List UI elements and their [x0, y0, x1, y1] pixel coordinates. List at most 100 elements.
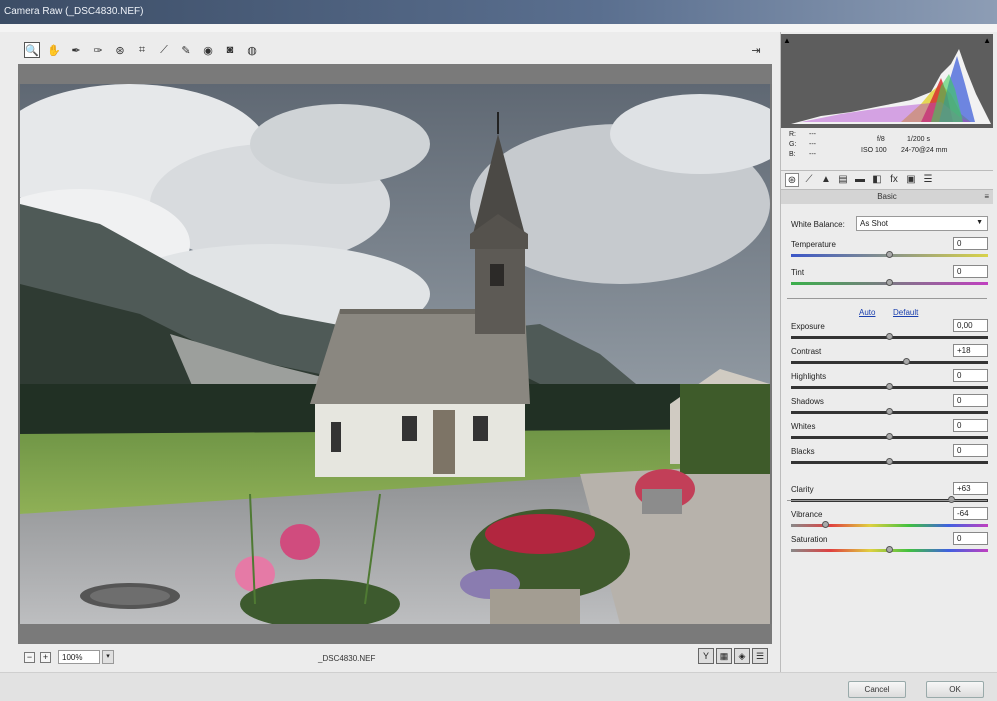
spot-removal-tool-icon[interactable]: ✎ [178, 42, 194, 58]
effects-tab-icon[interactable]: fx [887, 173, 901, 187]
chevron-down-icon: ▼ [976, 219, 983, 226]
whites-label: Whites [791, 422, 816, 431]
zoom-level-field[interactable]: 100% [58, 650, 100, 664]
lens: 24-70@24 mm [901, 147, 948, 154]
g-label: G: [789, 141, 797, 148]
aperture: f/8 [877, 136, 885, 143]
default-link[interactable]: Default [893, 308, 918, 317]
b-label: B: [789, 151, 796, 158]
blacks-slider-thumb[interactable] [885, 458, 893, 465]
before-after-icon[interactable]: Y [698, 648, 714, 664]
lens-tab-icon[interactable]: ◧ [870, 173, 884, 187]
blacks-label: Blacks [791, 447, 815, 456]
red-eye-tool-icon[interactable]: ◉ [200, 42, 216, 58]
white-balance-select[interactable]: As Shot ▼ [856, 216, 988, 231]
preview-header [18, 64, 772, 84]
panel-menu-icon[interactable]: ≡ [984, 190, 989, 204]
file-name: _DSC4830.NEF [318, 654, 376, 663]
tool-bar: 🔍 ✋ ✒ ✑ ⊛ ⌗ ⟋ ✎ ◉ ◙ ◍ ⇥ [18, 36, 772, 64]
highlight-clipping-icon[interactable]: ▲ [983, 36, 991, 45]
auto-link[interactable]: Auto [859, 308, 875, 317]
targeted-adjustment-tool-icon[interactable]: ⊛ [112, 42, 128, 58]
adjustment-brush-icon[interactable]: ◙ [222, 42, 238, 58]
straighten-tool-icon[interactable]: ⟋ [156, 42, 172, 58]
panel-tabs: ⊛ ⟋ ▲ ▤ ▬ ◧ fx ▣ ☰ [781, 170, 993, 190]
exit-icon[interactable]: ⇥ [748, 42, 764, 58]
split-toning-tab-icon[interactable]: ▬ [853, 173, 867, 187]
contrast-slider-track[interactable] [791, 361, 988, 364]
saturation-slider-thumb[interactable] [885, 546, 893, 553]
r-label: R: [789, 131, 796, 138]
whites-slider-thumb[interactable] [885, 433, 893, 440]
saturation-value-field[interactable]: 0 [953, 532, 988, 545]
graduated-filter-icon[interactable]: ◍ [244, 42, 260, 58]
panel-title-text: Basic [877, 192, 897, 201]
iso: ISO 100 [861, 147, 887, 154]
exposure-value-field[interactable]: 0,00 [953, 319, 988, 332]
temperature-label: Temperature [791, 240, 836, 249]
shadows-value-field[interactable]: 0 [953, 394, 988, 407]
view-buttons: Y ▦ ◈ ☰ [698, 648, 768, 664]
exposure-label: Exposure [791, 322, 825, 331]
histogram: ▲ ▲ [781, 34, 993, 128]
basic-tab-icon[interactable]: ⊛ [785, 173, 799, 187]
ok-button[interactable]: OK [926, 681, 984, 698]
tint-value-field[interactable]: 0 [953, 265, 988, 278]
temperature-value-field[interactable]: 0 [953, 237, 988, 250]
detail-tab-icon[interactable]: ▲ [819, 173, 833, 187]
title-bar: Camera Raw (_DSC4830.NEF) [0, 0, 997, 24]
crop-tool-icon[interactable]: ⌗ [134, 42, 150, 58]
blacks-value-field[interactable]: 0 [953, 444, 988, 457]
shadows-slider-thumb[interactable] [885, 408, 893, 415]
tint-slider-thumb[interactable] [885, 279, 893, 286]
exposure-slider-thumb[interactable] [885, 333, 893, 340]
panel-title: Basic ≡ [781, 190, 993, 204]
highlights-value-field[interactable]: 0 [953, 369, 988, 382]
presets-tab-icon[interactable]: ☰ [921, 173, 935, 187]
status-bar: − + 100% ▾ _DSC4830.NEF Y ▦ ◈ ☰ [18, 644, 772, 670]
window-title: Camera Raw (_DSC4830.NEF) [4, 6, 144, 17]
zoom-out-button[interactable]: − [24, 652, 35, 663]
settings-panel: ▲ ▲ R: --- G: --- B: --- f/8 1/200 s ISO… [780, 32, 993, 672]
copy-settings-icon[interactable]: ◈ [734, 648, 750, 664]
whites-value-field[interactable]: 0 [953, 419, 988, 432]
zoom-in-button[interactable]: + [40, 652, 51, 663]
saturation-label: Saturation [791, 535, 828, 544]
vibrance-label: Vibrance [791, 510, 823, 519]
readout-area: R: --- G: --- B: --- f/8 1/200 s ISO 100… [781, 128, 993, 168]
camera-raw-window: Camera Raw (_DSC4830.NEF) 🔍 ✋ ✒ ✑ ⊛ ⌗ ⟋ ✎ ◉ ◙ ◍ ⇥ [0, 0, 997, 701]
cancel-button[interactable]: Cancel [848, 681, 906, 698]
zoom-dropdown-icon[interactable]: ▾ [102, 650, 114, 664]
highlights-label: Highlights [791, 372, 827, 381]
shutter-speed: 1/200 s [907, 136, 930, 143]
vibrance-value-field[interactable]: -64 [953, 507, 988, 520]
white-balance-value: As Shot [860, 219, 889, 228]
zoom-tool-icon[interactable]: 🔍 [24, 42, 40, 58]
shadows-label: Shadows [791, 397, 824, 406]
preview-footer [18, 624, 772, 644]
toggle-settings-icon[interactable]: ☰ [752, 648, 768, 664]
shadow-clipping-icon[interactable]: ▲ [783, 36, 791, 45]
white-balance-tool-icon[interactable]: ✒ [68, 42, 84, 58]
divider [787, 500, 987, 501]
top-band [0, 24, 997, 32]
clarity-label: Clarity [791, 485, 814, 494]
clarity-value-field[interactable]: +63 [953, 482, 988, 495]
color-sampler-tool-icon[interactable]: ✑ [90, 42, 106, 58]
dialog-footer: Cancel OK [0, 672, 997, 701]
vibrance-slider-track[interactable] [791, 524, 988, 527]
tint-label: Tint [791, 268, 805, 277]
contrast-value-field[interactable]: +18 [953, 344, 988, 357]
white-balance-label: White Balance: [791, 220, 845, 229]
swap-settings-icon[interactable]: ▦ [716, 648, 732, 664]
contrast-label: Contrast [791, 347, 822, 356]
hsl-tab-icon[interactable]: ▤ [836, 173, 850, 187]
tone-curve-tab-icon[interactable]: ⟋ [802, 173, 816, 187]
divider [787, 298, 987, 299]
camera-calibration-tab-icon[interactable]: ▣ [904, 173, 918, 187]
temperature-slider-thumb[interactable] [885, 251, 893, 258]
highlights-slider-thumb[interactable] [885, 383, 893, 390]
photo[interactable] [20, 84, 770, 624]
r-value: --- [809, 131, 816, 138]
hand-tool-icon[interactable]: ✋ [46, 42, 62, 58]
